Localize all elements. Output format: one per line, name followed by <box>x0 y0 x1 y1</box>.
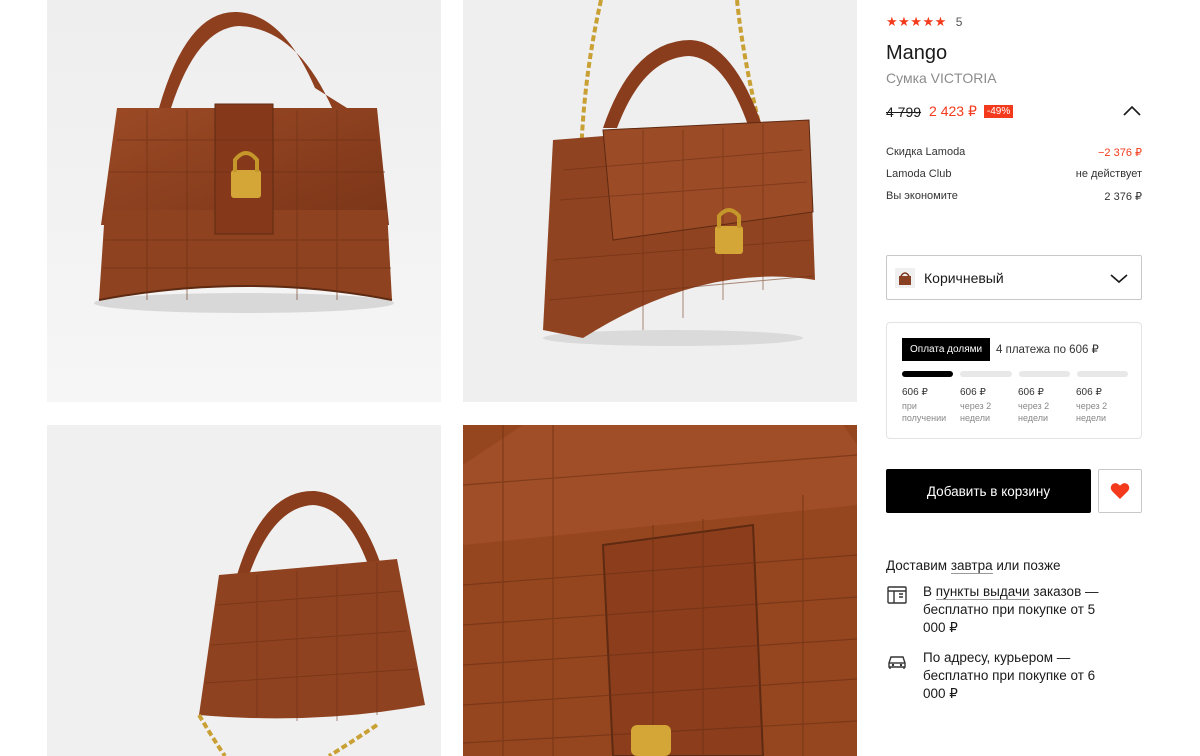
chevron-up-icon[interactable] <box>1122 102 1142 120</box>
product-photo-side[interactable] <box>463 0 857 402</box>
pickup-point-icon <box>887 586 907 604</box>
payment-when: через 2 недели <box>1076 401 1108 423</box>
delivery-date-link[interactable]: завтра <box>950 558 993 574</box>
new-price: 2 423 ₽ <box>929 103 977 119</box>
old-price: 4 799 <box>886 103 922 120</box>
delivery-suffix: или позже <box>992 558 1061 573</box>
product-name: Сумка VICTORIA <box>886 70 997 86</box>
breakdown-value: −2 376 ₽ <box>1097 147 1142 159</box>
breakdown-value: не действует <box>1075 168 1142 180</box>
delivery-prefix: Доставим <box>886 558 951 573</box>
split-payment-summary: 4 платежа по 606 ₽ <box>996 344 1099 356</box>
delivery-option-courier: По адресу, курьером — бесплатно при поку… <box>886 649 1142 703</box>
payment-item: 606 ₽ через 2 недели <box>960 387 1018 424</box>
product-photo-front[interactable] <box>47 0 441 402</box>
split-payment-bar <box>1076 371 1128 377</box>
payment-when: при получении <box>902 401 947 423</box>
pickup-points-link[interactable]: пункты выдачи <box>935 584 1030 600</box>
rating-count: 5 <box>955 15 963 29</box>
payment-when: через 2 недели <box>960 401 992 423</box>
color-select-value: Коричневый <box>924 269 1004 286</box>
split-payment-bar <box>960 371 1012 377</box>
color-swatch-thumbnail <box>895 267 915 288</box>
handbag-side-image <box>463 0 857 402</box>
payment-item: 606 ₽ через 2 недели <box>1018 387 1076 424</box>
payment-when: через 2 недели <box>1018 401 1050 423</box>
product-photo-back[interactable] <box>47 425 441 756</box>
payment-amount: 606 ₽ <box>902 387 928 398</box>
split-payment-bar <box>1018 371 1070 377</box>
payment-item: 606 ₽ через 2 недели <box>1076 387 1134 424</box>
heart-icon <box>1110 483 1130 499</box>
discount-badge: -49% <box>983 105 1014 118</box>
breakdown-row-discount: Скидка Lamoda −2 376 ₽ <box>886 146 1142 159</box>
breakdown-row-club: Lamoda Club не действует <box>886 168 1142 180</box>
payment-item: 606 ₽ при получении <box>902 387 960 424</box>
breakdown-label: Вы экономите <box>886 190 958 202</box>
split-payment-box[interactable]: Оплата долями 4 платежа по 606 ₽ 606 ₽ п… <box>886 322 1142 439</box>
courier-text: По адресу, курьером — бесплатно при поку… <box>923 650 1096 701</box>
favorite-button[interactable] <box>1098 469 1142 513</box>
brand-name[interactable]: Mango <box>886 42 947 65</box>
breakdown-label: Lamoda Club <box>886 168 952 180</box>
breakdown-row-savings: Вы экономите 2 376 ₽ <box>886 190 1142 203</box>
handbag-front-image <box>47 0 441 402</box>
price-row[interactable]: 4 799 2 423 ₽ -49% <box>886 103 1142 120</box>
split-payment-bar <box>902 371 954 377</box>
payment-amount: 606 ₽ <box>1076 387 1102 398</box>
split-payment-progress <box>902 371 1128 377</box>
rating-stars-icon: ★★★★★ <box>886 14 947 29</box>
split-payment-schedule: 606 ₽ при получении 606 ₽ через 2 недели… <box>902 387 1134 424</box>
payment-amount: 606 ₽ <box>1018 387 1044 398</box>
product-photo-detail[interactable] <box>463 425 857 756</box>
breakdown-label: Скидка Lamoda <box>886 146 966 158</box>
breakdown-value: 2 376 ₽ <box>1104 191 1142 203</box>
split-payment-badge: Оплата долями <box>902 338 991 361</box>
add-to-cart-button[interactable]: Добавить в корзину <box>886 469 1091 513</box>
payment-amount: 606 ₽ <box>960 387 986 398</box>
handbag-back-image <box>47 425 441 756</box>
rating[interactable]: ★★★★★ 5 <box>886 14 962 30</box>
handbag-detail-image <box>463 425 857 756</box>
pickup-prefix: В <box>923 584 936 599</box>
courier-car-icon <box>888 656 906 669</box>
delivery-heading: Доставим завтра или позже <box>886 558 1061 574</box>
color-select[interactable]: Коричневый <box>886 255 1142 300</box>
chevron-down-icon <box>1110 273 1128 283</box>
delivery-option-pickup: В пункты выдачи заказов — бесплатно при … <box>886 583 1142 637</box>
